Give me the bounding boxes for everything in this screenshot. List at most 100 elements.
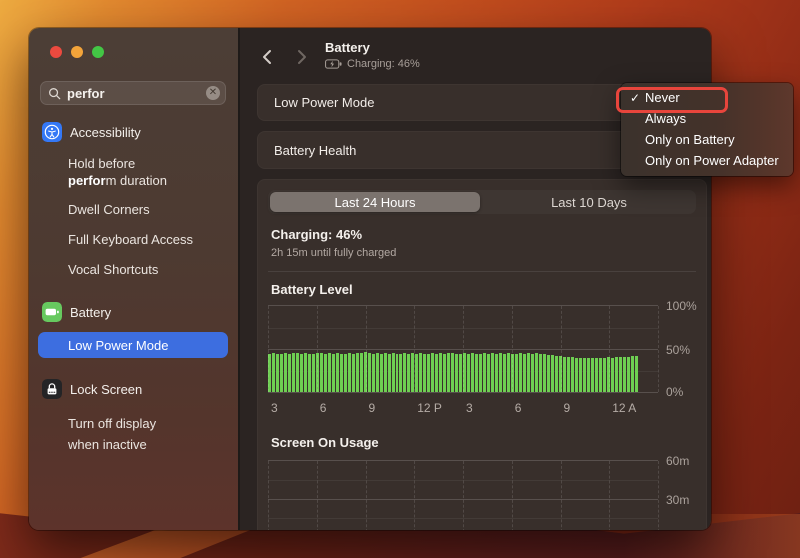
gridline bbox=[463, 461, 464, 530]
screen-on-usage-y-axis: 60m 30m bbox=[658, 460, 696, 530]
sidebar-item-hold-before-perform-duration[interactable]: Hold before perform duration bbox=[29, 155, 238, 189]
battery-level-bar bbox=[543, 354, 546, 392]
battery-level-bar bbox=[507, 353, 510, 392]
sub-item-line: when inactive bbox=[68, 437, 147, 452]
forward-button[interactable] bbox=[295, 46, 309, 68]
battery-level-bar bbox=[599, 358, 602, 392]
battery-level-bar bbox=[515, 354, 518, 392]
sidebar-item-full-keyboard-access[interactable]: Full Keyboard Access bbox=[29, 232, 238, 247]
battery-level-bar bbox=[631, 356, 634, 392]
sub-item-line: Hold before bbox=[68, 156, 135, 171]
x-tick-label: 9 bbox=[564, 401, 571, 415]
time-range-segmented-control: Last 24 Hours Last 10 Days bbox=[268, 190, 696, 214]
battery-level-bar bbox=[419, 353, 422, 392]
battery-level-bar bbox=[348, 353, 351, 392]
sidebar-item-battery[interactable]: Battery bbox=[29, 301, 238, 323]
charging-status-text: Charging: 46% bbox=[347, 58, 420, 70]
battery-level-bar bbox=[384, 353, 387, 392]
battery-level-bar bbox=[403, 353, 406, 392]
battery-level-bar bbox=[336, 353, 339, 392]
battery-level-bar bbox=[312, 354, 315, 392]
chevron-right-icon bbox=[297, 49, 307, 65]
search-field[interactable]: ✕ bbox=[40, 81, 226, 105]
screen-on-usage-chart-title: Screen On Usage bbox=[271, 435, 693, 450]
battery-level-bar bbox=[431, 353, 434, 392]
sidebar-item-accessibility[interactable]: Accessibility bbox=[29, 121, 238, 143]
back-button[interactable] bbox=[260, 46, 274, 68]
battery-level-bar bbox=[380, 354, 383, 392]
gridline bbox=[414, 306, 415, 392]
system-settings-window: ✕ Accessibility Hold before perform dura… bbox=[29, 28, 711, 530]
battery-level-bar bbox=[284, 353, 287, 392]
gridline bbox=[268, 461, 269, 530]
battery-level-bar bbox=[523, 354, 526, 392]
zoom-button[interactable] bbox=[92, 46, 104, 58]
gridline bbox=[268, 306, 269, 392]
battery-level-bar bbox=[539, 354, 542, 392]
battery-level-bar bbox=[627, 357, 630, 392]
battery-level-bar bbox=[503, 354, 506, 392]
battery-usage-card: Last 24 Hours Last 10 Days Charging: 46%… bbox=[257, 179, 707, 530]
battery-level-bar bbox=[451, 353, 454, 392]
battery-level-bar bbox=[603, 358, 606, 392]
gridline bbox=[609, 306, 610, 392]
battery-level-bar bbox=[479, 354, 482, 392]
battery-level-bar bbox=[332, 354, 335, 392]
battery-level-bar bbox=[296, 353, 299, 392]
battery-level-bar bbox=[439, 353, 442, 392]
battery-level-bar bbox=[435, 354, 438, 392]
sidebar: ✕ Accessibility Hold before perform dura… bbox=[29, 28, 238, 530]
window-controls bbox=[29, 28, 238, 58]
clear-search-icon[interactable]: ✕ bbox=[206, 86, 220, 100]
menu-item-label: Never bbox=[645, 90, 680, 105]
minimize-button[interactable] bbox=[71, 46, 83, 58]
menu-item-always[interactable]: Always bbox=[621, 108, 793, 129]
battery-level-bar bbox=[623, 357, 626, 392]
sidebar-item-low-power-mode-selected[interactable]: Low Power Mode bbox=[38, 332, 228, 358]
x-tick-label: 3 bbox=[271, 401, 278, 415]
battery-level-bar bbox=[547, 355, 550, 392]
search-match-text: perfor bbox=[68, 173, 106, 188]
battery-level-bar bbox=[459, 354, 462, 392]
battery-level-bar bbox=[447, 353, 450, 392]
sidebar-item-turn-off-display[interactable]: Turn off display when inactive bbox=[29, 413, 238, 455]
sidebar-item-label: Battery bbox=[70, 305, 111, 320]
pane-header: Battery Charging: 46% bbox=[240, 28, 711, 76]
battery-charging-icon bbox=[325, 59, 342, 69]
search-input[interactable] bbox=[67, 86, 206, 101]
battery-level-bar bbox=[300, 354, 303, 392]
tab-last-24-hours[interactable]: Last 24 Hours bbox=[268, 190, 482, 214]
sidebar-item-vocal-shortcuts[interactable]: Vocal Shortcuts bbox=[29, 262, 238, 277]
battery-level-bar bbox=[591, 358, 594, 392]
menu-item-never[interactable]: ✓ Never bbox=[621, 87, 793, 108]
gridline bbox=[366, 461, 367, 530]
battery-level-bar bbox=[423, 354, 426, 392]
y-tick-label: 30m bbox=[666, 493, 689, 507]
sidebar-item-label: Lock Screen bbox=[70, 382, 142, 397]
checkmark-icon: ✓ bbox=[630, 91, 645, 105]
battery-level-bar bbox=[292, 353, 295, 392]
chevron-left-icon bbox=[262, 49, 272, 65]
menu-item-only-on-power-adapter[interactable]: Only on Power Adapter bbox=[621, 150, 793, 171]
battery-level-bar bbox=[399, 354, 402, 392]
screen-on-usage-grid bbox=[268, 460, 658, 530]
battery-level-bar bbox=[571, 357, 574, 392]
y-tick-label: 60m bbox=[666, 454, 689, 468]
sidebar-item-dwell-corners[interactable]: Dwell Corners bbox=[29, 202, 238, 217]
battery-level-bar bbox=[328, 353, 331, 392]
close-button[interactable] bbox=[50, 46, 62, 58]
battery-level-bar bbox=[587, 358, 590, 392]
battery-level-bar bbox=[372, 354, 375, 392]
battery-level-bar bbox=[519, 353, 522, 392]
battery-level-bar bbox=[567, 357, 570, 392]
battery-level-grid bbox=[268, 305, 658, 393]
x-tick-label: 6 bbox=[515, 401, 522, 415]
battery-level-bar bbox=[443, 354, 446, 392]
battery-level-bar bbox=[535, 353, 538, 392]
tab-last-10-days[interactable]: Last 10 Days bbox=[482, 190, 696, 214]
battery-level-x-axis: 36912 P36912 A bbox=[268, 393, 658, 417]
menu-item-only-on-battery[interactable]: Only on Battery bbox=[621, 129, 793, 150]
sidebar-item-label: Accessibility bbox=[70, 125, 141, 140]
sidebar-item-lock-screen[interactable]: Lock Screen bbox=[29, 378, 238, 400]
search-icon bbox=[48, 87, 61, 100]
